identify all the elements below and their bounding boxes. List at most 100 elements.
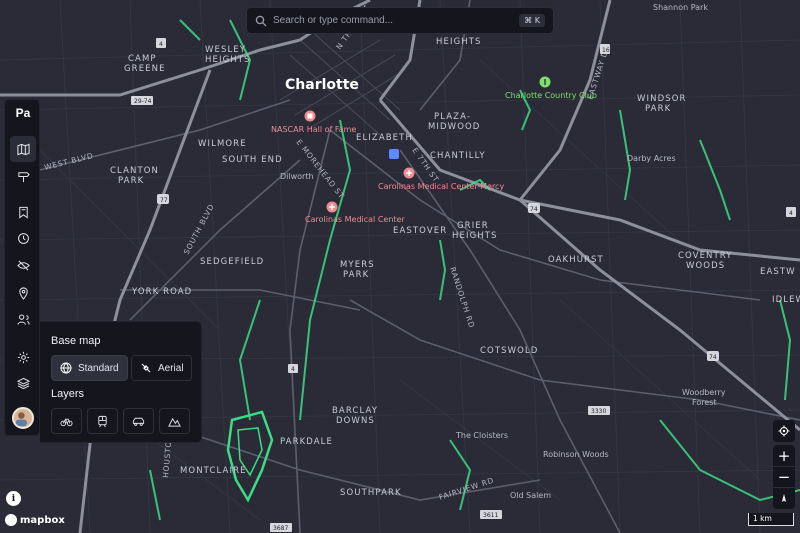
rail-saved-button[interactable] (10, 199, 36, 225)
scale-bar: 1 km (748, 513, 794, 526)
neighborhood-label: EASTW (760, 267, 796, 277)
search-bar[interactable]: Search or type command... ⌘ K (246, 7, 554, 34)
neighborhood-label: SOUTH END (222, 155, 283, 165)
zoom-controls: + − (773, 445, 795, 509)
aerial-label: Aerial (158, 362, 184, 374)
train-icon (98, 415, 107, 427)
neighborhood-label: CLANTON (110, 166, 159, 176)
place-label: Robinson Woods (543, 450, 609, 459)
neighborhood-label: SOUTHPARK (340, 488, 402, 498)
svg-text:16: 16 (602, 47, 610, 54)
layer-traffic-button[interactable] (123, 408, 154, 434)
svg-text:NASCAR Hall of Fame: NASCAR Hall of Fame (271, 125, 356, 134)
neighborhood-label: COTSWOLD (480, 346, 538, 356)
bookmark-icon (18, 206, 28, 219)
signpost-icon (17, 171, 30, 182)
svg-text:29-74: 29-74 (134, 98, 152, 105)
svg-text:77: 77 (160, 197, 168, 204)
eye-off-icon (16, 259, 30, 271)
svg-text:74: 74 (530, 206, 538, 213)
search-icon (255, 15, 267, 26)
neighborhood-label: WINDSOR (637, 94, 687, 104)
layer-bike-button[interactable] (51, 408, 82, 434)
avatar[interactable] (12, 407, 34, 429)
left-rail: Pa (4, 99, 40, 436)
route-shield: 4 (786, 207, 796, 217)
rail-places-button[interactable] (10, 280, 36, 306)
svg-text:4: 4 (789, 210, 793, 217)
history-icon (17, 232, 29, 244)
rail-people-button[interactable] (10, 306, 36, 332)
rail-history-button[interactable] (10, 225, 36, 251)
svg-text:Carolinas Medical Center: Carolinas Medical Center (305, 215, 405, 224)
svg-text:Charlotte Country Club: Charlotte Country Club (505, 91, 597, 100)
neighborhood-label: IDLEW (772, 295, 800, 305)
route-shield: 74 (707, 351, 719, 361)
zoom-in-button[interactable]: + (773, 445, 795, 466)
neighborhood-label: PARKDALE (280, 437, 333, 447)
mapbox-wordmark: mapbox (20, 514, 65, 526)
museum-icon (307, 113, 313, 119)
route-shield: 29-74 (131, 96, 153, 105)
layer-transit-button[interactable] (87, 408, 118, 434)
route-shield: 3611 (480, 510, 502, 519)
mapbox-mark-icon (5, 514, 17, 526)
search-input[interactable]: Search or type command... (273, 15, 519, 26)
train-station-icon (389, 149, 399, 159)
mountain-icon (168, 417, 181, 427)
route-shield: 3687 (270, 523, 292, 532)
svg-text:3330: 3330 (591, 408, 606, 415)
route-shield: 4 (156, 38, 166, 48)
svg-text:3687: 3687 (273, 525, 288, 532)
neighborhood-label: HEIGHTS (205, 55, 251, 65)
layers-icon (16, 377, 30, 389)
place-label: The Cloisters (455, 431, 508, 440)
car-icon (132, 417, 145, 426)
globe-icon (60, 362, 72, 374)
locate-button[interactable] (773, 420, 795, 442)
mapbox-logo[interactable]: mapbox (5, 514, 65, 526)
place-label: Shannon Park (653, 3, 708, 12)
neighborhood-label: PARK (645, 104, 671, 114)
neighborhood-label: CHANTILLY (430, 151, 486, 161)
satellite-icon (141, 363, 151, 373)
neighborhood-label: YORK ROAD (131, 287, 192, 297)
rail-layers-button[interactable] (10, 370, 36, 396)
app-logo: Pa (15, 106, 31, 120)
zoom-out-button[interactable]: − (773, 466, 795, 487)
locate-icon (778, 425, 790, 437)
rail-map-button[interactable] (10, 136, 36, 162)
neighborhood-label: WOODS (686, 261, 725, 271)
info-icon: i (11, 493, 16, 504)
standard-label: Standard (78, 362, 119, 374)
neighborhood-label: WESLEY (205, 45, 246, 55)
rail-directions-button[interactable] (10, 163, 36, 189)
neighborhood-label: COVENTRY (678, 251, 733, 261)
neighborhood-label: MONTCLAIRE (180, 466, 247, 476)
users-icon (16, 314, 30, 325)
svg-text:4: 4 (291, 366, 295, 373)
route-shield: 3330 (588, 406, 610, 415)
base-map-panel: Base map Standard Aerial Layers (40, 321, 202, 443)
standard-option[interactable]: Standard (51, 355, 128, 381)
route-shield: 77 (157, 194, 169, 204)
layer-terrain-button[interactable] (159, 408, 190, 434)
rail-hidden-button[interactable] (10, 252, 36, 278)
route-shield: 4 (288, 364, 298, 373)
aerial-option[interactable]: Aerial (131, 355, 192, 381)
place-label: Darby Acres (627, 154, 676, 163)
compass-icon (781, 493, 787, 503)
poi-transit[interactable] (389, 149, 399, 159)
neighborhood-label: GREENE (124, 64, 166, 74)
rail-settings-button[interactable] (10, 344, 36, 370)
info-button[interactable]: i (6, 491, 21, 506)
svg-text:Carolinas Medical Center-Mercy: Carolinas Medical Center-Mercy (378, 182, 504, 191)
svg-text:74: 74 (709, 354, 717, 361)
neighborhood-label: CAMP (128, 54, 157, 64)
svg-text:4: 4 (159, 41, 163, 48)
neighborhood-label: PLAZA- (434, 112, 471, 122)
route-shield: 16 (600, 44, 610, 54)
route-shield: 74 (528, 203, 540, 213)
map-canvas[interactable]: Charlotte WESLEY HEIGHTS CAMP GREENE WIL… (0, 0, 800, 533)
compass-button[interactable] (773, 487, 795, 508)
